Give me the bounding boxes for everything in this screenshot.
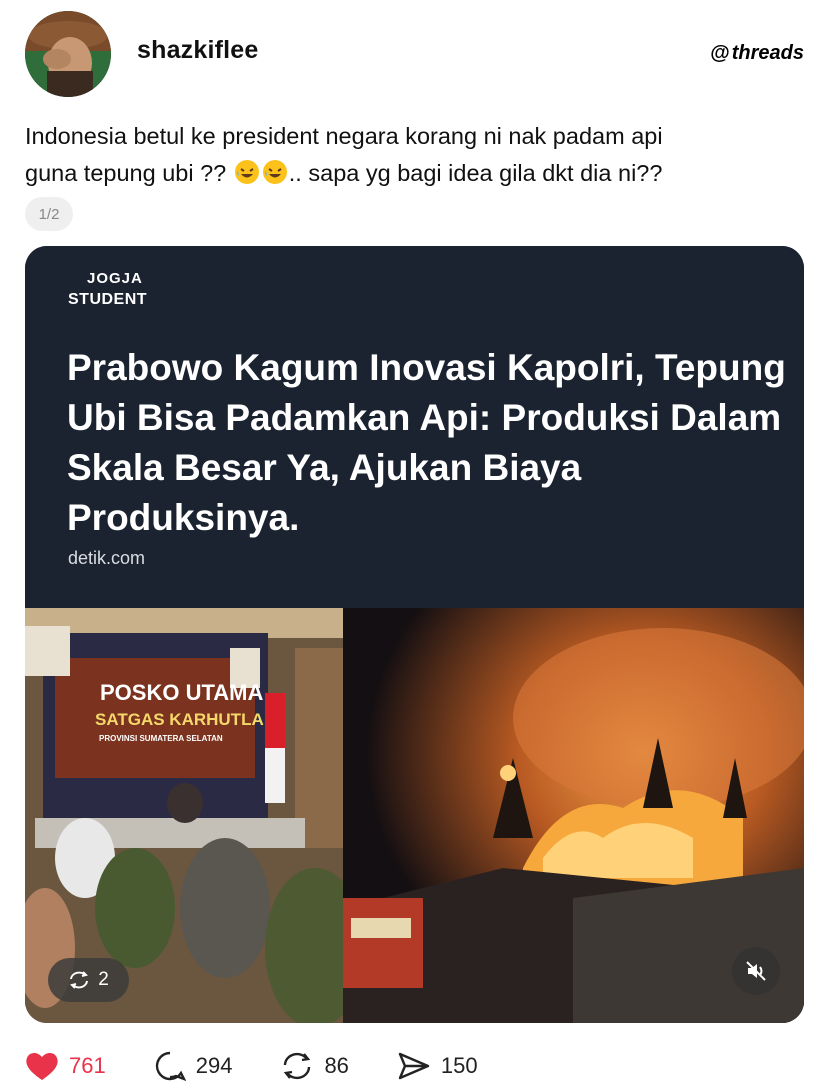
speaker-muted-icon <box>746 961 766 981</box>
caption-line2-end: .. sapa yg bagi idea gila dkt dia ni?? <box>288 160 663 186</box>
comment-button[interactable]: 294 <box>154 1050 233 1082</box>
banner-title: POSKO UTAMA <box>100 680 263 705</box>
media-card[interactable]: JOGJA STUDENT Prabowo Kagum Inovasi Kapo… <box>25 246 804 1023</box>
headline-panel: JOGJA STUDENT Prabowo Kagum Inovasi Kapo… <box>25 246 804 608</box>
post-caption: Indonesia betul ke president negara kora… <box>25 118 805 192</box>
comment-count: 294 <box>195 1053 233 1078</box>
caption-line1: Indonesia betul ke president negara kora… <box>25 123 663 149</box>
threads-label: threads <box>731 42 804 64</box>
banner-subtitle: SATGAS KARHUTLA <box>95 710 264 729</box>
publisher-logo-top: JOGJA <box>87 270 143 287</box>
repost-small-icon <box>70 971 89 989</box>
mute-button[interactable] <box>732 947 780 995</box>
threads-icon: @ <box>710 42 730 64</box>
news-source: detik.com <box>68 548 146 568</box>
avatar[interactable] <box>25 11 111 97</box>
send-icon <box>398 1052 430 1080</box>
publisher-logo-bottom: STUDENT <box>68 291 148 308</box>
carousel-count-badge[interactable]: 2 <box>48 958 129 1002</box>
username[interactable]: shazkiflee <box>137 36 259 65</box>
comment-bubble-icon <box>155 1051 186 1082</box>
repost-button[interactable]: 86 <box>280 1051 349 1081</box>
heart-filled-icon <box>26 1052 58 1080</box>
page-indicator: 1/2 <box>25 197 73 231</box>
like-count: 761 <box>69 1053 106 1078</box>
threads-brand: @ threads <box>710 42 804 65</box>
news-headline: Prabowo Kagum Inovasi Kapolri, Tepung Ub… <box>67 347 786 538</box>
rofl-emoji-icon <box>262 160 287 184</box>
banner-region: PROVINSI SUMATERA SELATAN <box>99 734 223 743</box>
carousel-count-value: 2 <box>98 969 109 990</box>
like-button[interactable]: 761 <box>25 1051 106 1081</box>
share-button[interactable]: 150 <box>397 1051 478 1081</box>
post-actions: 761 294 86 150 <box>25 1050 526 1082</box>
share-count: 150 <box>440 1053 478 1078</box>
avatar-image <box>25 11 111 97</box>
caption-line2-start: guna tepung ubi ?? <box>25 160 233 186</box>
repost-count: 86 <box>324 1053 349 1078</box>
rofl-emoji-icon <box>234 160 259 184</box>
repost-icon <box>284 1052 311 1080</box>
